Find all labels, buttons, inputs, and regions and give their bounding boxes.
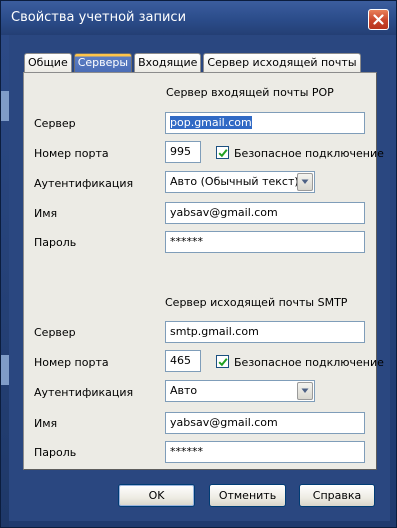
account-properties-window: Свойства учетной записи Общие Серверы Вх… [0,0,397,528]
left-window-edge [1,35,9,527]
tab-strip: Общие Серверы Входящие Сервер исходящей … [24,53,363,73]
incoming-username-label: Имя [34,207,58,220]
outgoing-password-input[interactable]: ****** [165,441,365,463]
tab-servers[interactable]: Серверы [73,53,133,73]
outgoing-secure-checkbox[interactable] [216,355,229,368]
chevron-down-icon [301,388,309,393]
background-window-fragment [1,91,9,121]
incoming-password-label: Пароль [34,236,77,249]
window-title: Свойства учетной записи [11,10,187,25]
incoming-auth-label: Аутентификация [34,177,134,190]
outgoing-auth-value: Авто [170,384,198,397]
outgoing-auth-dropdown-button[interactable] [297,382,313,400]
checkmark-icon [218,148,228,157]
cancel-button[interactable]: Отменить [209,484,286,507]
background-window-fragment [1,355,9,385]
outgoing-username-input[interactable]: yabsav@gmail.com [165,412,365,434]
ok-button[interactable]: OK [118,484,195,507]
title-bar[interactable]: Свойства учетной записи [1,1,396,35]
incoming-section-title: Сервер входящей почты POP [166,86,334,99]
incoming-port-input[interactable]: 995 [165,141,201,163]
outgoing-username-label: Имя [34,417,58,430]
incoming-secure-label: Безопасное подключение [234,147,384,160]
incoming-port-label: Номер порта [34,147,109,160]
outgoing-auth-select[interactable]: Авто [165,380,315,402]
tab-outgoing-server[interactable]: Сервер исходящей почты [203,53,361,72]
outgoing-auth-label: Аутентификация [34,386,134,399]
outgoing-server-label: Сервер [34,326,76,339]
close-button[interactable] [368,9,389,30]
incoming-server-value: pop.gmail.com [170,116,252,129]
tab-general[interactable]: Общие [24,53,72,72]
outgoing-port-input[interactable]: 465 [165,350,201,372]
outgoing-password-label: Пароль [34,446,77,459]
incoming-password-input[interactable]: ****** [165,231,365,253]
incoming-auth-value: Авто (Обычный текст) [170,175,299,188]
outgoing-section-title: Сервер исходящей почты SMTP [165,296,348,309]
incoming-secure-checkbox[interactable] [216,146,229,159]
help-button[interactable]: Справка [299,484,375,507]
servers-tab-panel: Сервер входящей почты POP Сервер pop.gma… [23,72,384,470]
outgoing-server-input[interactable]: smtp.gmail.com [165,321,365,343]
incoming-username-input[interactable]: yabsav@gmail.com [165,202,365,224]
close-icon [373,14,384,25]
outgoing-port-label: Номер порта [34,356,109,369]
incoming-server-input[interactable]: pop.gmail.com [165,112,365,134]
chevron-down-icon [301,179,309,184]
checkmark-icon [218,357,228,366]
incoming-auth-dropdown-button[interactable] [297,173,313,191]
incoming-auth-select[interactable]: Авто (Обычный текст) [165,171,315,193]
outgoing-secure-label: Безопасное подключение [234,356,384,369]
tab-incoming[interactable]: Входящие [134,53,202,72]
incoming-server-label: Сервер [34,117,76,130]
